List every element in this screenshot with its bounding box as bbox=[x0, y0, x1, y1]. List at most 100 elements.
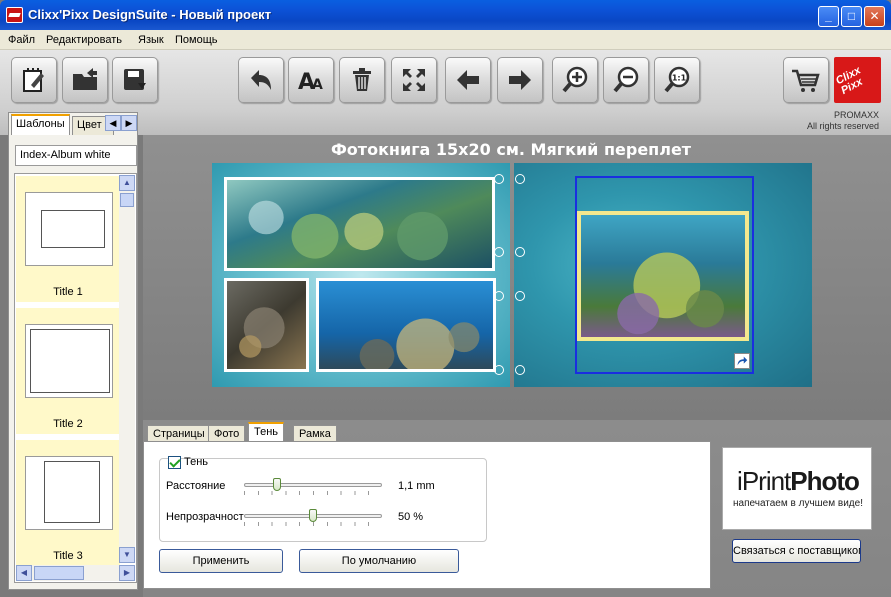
title-bar: Clixx'Pixx DesignSuite - Новый проект _ … bbox=[0, 0, 891, 30]
rights-label: All rights reserved bbox=[806, 121, 879, 131]
slider-ticks bbox=[244, 491, 382, 495]
photo-reef-wide[interactable] bbox=[224, 177, 495, 271]
order-cart-button[interactable] bbox=[783, 57, 829, 103]
apply-button[interactable]: Применить bbox=[159, 549, 283, 573]
distance-slider[interactable] bbox=[244, 478, 382, 498]
undo-button[interactable] bbox=[238, 57, 284, 103]
template-item-title-3[interactable]: Title 3 bbox=[16, 440, 120, 566]
scroll-thumb[interactable] bbox=[120, 193, 134, 207]
default-button[interactable]: По умолчанию bbox=[299, 549, 459, 573]
tab-scroll-left-icon[interactable]: ◀ bbox=[105, 115, 121, 131]
photo-image bbox=[248, 200, 448, 261]
zoom-in-icon bbox=[562, 66, 588, 93]
resize-handle[interactable] bbox=[494, 174, 504, 184]
minimize-button[interactable]: _ bbox=[818, 6, 839, 27]
opacity-value: 50 % bbox=[398, 511, 424, 523]
new-project-icon bbox=[23, 68, 44, 92]
resize-handle[interactable] bbox=[515, 174, 525, 184]
scroll-up-icon[interactable]: ▲ bbox=[119, 175, 135, 191]
zoom-out-button[interactable] bbox=[603, 57, 649, 103]
fit-screen-button[interactable] bbox=[391, 57, 437, 103]
distance-label: Расстояние bbox=[166, 480, 226, 492]
distance-slider-knob[interactable] bbox=[273, 478, 281, 491]
scroll-left-icon[interactable]: ◀ bbox=[16, 565, 32, 581]
zoom-100-button[interactable]: 1:1 bbox=[654, 57, 700, 103]
template-list-horizontal-scrollbar[interactable]: ◀ ▶ bbox=[16, 565, 135, 581]
text-font-icon: AA bbox=[298, 70, 323, 95]
left-page[interactable] bbox=[212, 163, 510, 387]
contact-supplier-button[interactable]: Связаться с поставщиком bbox=[732, 539, 861, 563]
previous-page-button[interactable] bbox=[445, 57, 491, 103]
svg-text:A: A bbox=[312, 77, 323, 93]
book-workspace: Фотокнига 15x20 см. Мягкий переплет bbox=[143, 135, 891, 420]
slider-track bbox=[244, 483, 382, 487]
menu-bar: Файл Редактировать Язык Помощь bbox=[0, 30, 891, 50]
zoom-out-icon bbox=[613, 66, 639, 93]
template-photo-slot bbox=[41, 210, 105, 248]
resize-handle[interactable] bbox=[515, 291, 525, 301]
resize-handle[interactable] bbox=[515, 365, 525, 375]
distance-value: 1,1 mm bbox=[398, 480, 435, 492]
template-list: Title 1 Title 2 Title 3 ▲ ▼ ◀ ▶ bbox=[14, 173, 137, 583]
opacity-label: Непрозрачност bbox=[166, 511, 244, 523]
opacity-slider-knob[interactable] bbox=[309, 509, 317, 522]
shadow-settings: Тень Расстояние 1,1 mm Непрозрачност 50 … bbox=[143, 441, 711, 589]
ad-brand-bold: Photo bbox=[790, 466, 860, 496]
template-list-vertical-scrollbar[interactable]: ▲ ▼ bbox=[119, 175, 135, 563]
next-page-button[interactable] bbox=[497, 57, 543, 103]
tab-scroll-right-icon[interactable]: ▶ bbox=[121, 115, 137, 131]
menu-edit[interactable]: Редактировать bbox=[46, 34, 122, 46]
zoom-100-label: 1:1 bbox=[672, 74, 687, 83]
photo-coral-blue[interactable] bbox=[316, 278, 496, 372]
undo-icon bbox=[251, 70, 271, 90]
clixx-pixx-logo: Clixx Pixx bbox=[834, 57, 881, 103]
close-button[interactable]: ✕ bbox=[864, 6, 885, 27]
text-button[interactable]: AA bbox=[288, 57, 334, 103]
logo-text: Clixx Pixx bbox=[834, 64, 865, 98]
zoom-100-icon: 1:1 bbox=[664, 66, 690, 93]
resize-handle[interactable] bbox=[515, 247, 525, 257]
template-thumbnail bbox=[25, 324, 113, 398]
template-set-dropdown[interactable]: Index-Album white bbox=[15, 145, 137, 166]
maximize-button[interactable]: □ bbox=[841, 6, 862, 27]
arrow-left-icon bbox=[457, 70, 479, 90]
photo-image bbox=[359, 318, 480, 369]
photo-image bbox=[617, 252, 725, 335]
template-thumbnail bbox=[25, 192, 113, 266]
resize-handle[interactable] bbox=[494, 365, 504, 375]
book-title: Фотокнига 15x20 см. Мягкий переплет bbox=[330, 140, 692, 159]
slider-ticks bbox=[244, 522, 382, 526]
resize-handle[interactable] bbox=[494, 291, 504, 301]
template-item-title-2[interactable]: Title 2 bbox=[16, 308, 120, 434]
opacity-slider[interactable] bbox=[244, 509, 382, 529]
template-label: Title 2 bbox=[53, 418, 83, 430]
photo-image bbox=[239, 307, 285, 358]
delete-button[interactable] bbox=[339, 57, 385, 103]
photo-rock[interactable] bbox=[224, 278, 309, 372]
fit-screen-icon bbox=[403, 69, 425, 91]
scroll-thumb[interactable] bbox=[34, 566, 84, 580]
menu-help[interactable]: Помощь bbox=[175, 34, 218, 46]
template-item-title-1[interactable]: Title 1 bbox=[16, 176, 120, 302]
photo-reef-selected[interactable] bbox=[577, 211, 749, 341]
template-thumbnail bbox=[25, 456, 113, 530]
iprintphoto-banner[interactable]: iPrintPhoto напечатаем в лучшем виде! bbox=[722, 447, 872, 530]
template-label: Title 3 bbox=[53, 550, 83, 562]
ad-tagline: напечатаем в лучшем виде! bbox=[733, 498, 863, 509]
tab-templates[interactable]: Шаблоны bbox=[11, 114, 70, 135]
shadow-checkbox[interactable] bbox=[168, 456, 181, 469]
ad-brand: iPrintPhoto bbox=[723, 466, 873, 497]
open-project-button[interactable] bbox=[62, 57, 108, 103]
right-page[interactable] bbox=[514, 163, 812, 387]
resize-handle[interactable] bbox=[494, 247, 504, 257]
save-project-button[interactable] bbox=[112, 57, 158, 103]
menu-file[interactable]: Файл bbox=[8, 34, 35, 46]
scroll-down-icon[interactable]: ▼ bbox=[119, 547, 135, 563]
scroll-right-icon[interactable]: ▶ bbox=[119, 565, 135, 581]
new-project-button[interactable] bbox=[11, 57, 57, 103]
shortcut-link-icon[interactable] bbox=[734, 353, 750, 369]
ad-brand-light: iPrint bbox=[737, 466, 791, 496]
menu-language[interactable]: Язык bbox=[138, 34, 164, 46]
trash-icon bbox=[353, 68, 371, 91]
zoom-in-button[interactable] bbox=[552, 57, 598, 103]
